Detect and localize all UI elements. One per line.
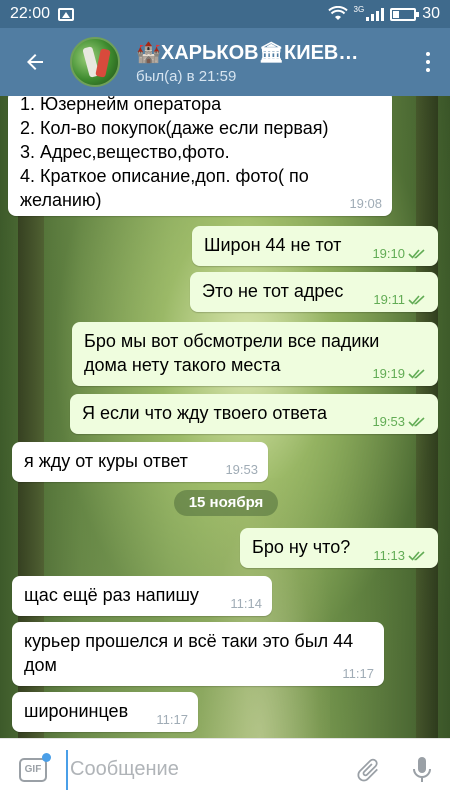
gif-badge-dot bbox=[42, 752, 51, 762]
image-notification-icon bbox=[58, 7, 75, 21]
double-check-icon bbox=[408, 369, 425, 379]
chat-status: был(а) в 21:59 bbox=[136, 67, 237, 85]
message-time: 19:53 bbox=[225, 462, 258, 477]
message-bubble-outgoing[interactable]: Широн 44 не тот 19:10 bbox=[192, 226, 438, 266]
message-text: курьер прошелся и всё таки это был 44 до… bbox=[24, 631, 354, 675]
avatar[interactable] bbox=[70, 37, 120, 87]
double-check-icon bbox=[408, 551, 425, 561]
double-check-icon bbox=[408, 417, 425, 427]
message-text: щас ещё раз напишу bbox=[24, 585, 199, 605]
message-bubble-incoming[interactable]: широнинцев 11:17 bbox=[12, 692, 198, 732]
attach-button[interactable] bbox=[342, 739, 394, 800]
chat-title: 🏰ХАРЬКОВ🏛КИЕВ… bbox=[136, 41, 359, 64]
double-check-icon bbox=[408, 249, 425, 259]
battery-icon bbox=[390, 7, 420, 21]
message-bubble-outgoing[interactable]: Я если что жду твоего ответа 19:53 bbox=[70, 394, 438, 434]
message-time: 19:53 bbox=[372, 414, 405, 429]
microphone-button[interactable] bbox=[394, 739, 450, 800]
message-bubble-outgoing[interactable]: Бро ну что? 11:13 bbox=[240, 528, 438, 568]
message-bubble-incoming[interactable]: 1. Юзернейм оператора 2. Кол-во покупок(… bbox=[8, 96, 392, 216]
message-time: 11:14 bbox=[230, 596, 262, 611]
message-time: 11:17 bbox=[156, 712, 188, 727]
message-text: я жду от куры ответ bbox=[24, 451, 188, 471]
message-input[interactable] bbox=[66, 749, 342, 790]
message-time: 19:08 bbox=[349, 196, 382, 211]
message-bubble-outgoing[interactable]: Бро мы вот обсмотрели все падики дома не… bbox=[72, 322, 438, 386]
double-check-icon bbox=[408, 295, 425, 305]
status-time: 22:00 bbox=[10, 5, 51, 22]
chat-area[interactable]: 1. Юзернейм оператора 2. Кол-во покупок(… bbox=[0, 96, 450, 738]
message-bubble-outgoing[interactable]: Это не тот адрес 19:11 bbox=[190, 272, 438, 312]
status-bar: 22:00 3G 30 bbox=[0, 0, 450, 28]
chat-info[interactable]: 🏰ХАРЬКОВ🏛КИЕВ… был(а) в 21:59 bbox=[136, 40, 410, 85]
message-text: Бро мы вот обсмотрели все падики дома не… bbox=[84, 331, 380, 375]
menu-dots-icon[interactable] bbox=[410, 28, 446, 96]
back-button[interactable] bbox=[0, 28, 70, 96]
message-bubble-incoming[interactable]: щас ещё раз напишу 11:14 bbox=[12, 576, 272, 616]
battery-percent: 30 bbox=[422, 5, 440, 22]
chat-header: 🏰ХАРЬКОВ🏛КИЕВ… был(а) в 21:59 bbox=[0, 28, 450, 96]
signal-icon bbox=[366, 7, 385, 21]
message-text: 1. Юзернейм оператора 2. Кол-во покупок(… bbox=[20, 96, 329, 210]
gif-button[interactable]: GIF bbox=[0, 739, 66, 800]
back-arrow-icon bbox=[27, 54, 43, 70]
message-time: 19:19 bbox=[372, 366, 405, 381]
network-type: 3G bbox=[353, 4, 365, 14]
composer-bar: GIF bbox=[0, 738, 450, 800]
paperclip-icon bbox=[357, 758, 378, 781]
message-bubble-incoming[interactable]: я жду от куры ответ 19:53 bbox=[12, 442, 268, 482]
message-time: 19:10 bbox=[372, 246, 405, 261]
message-time: 19:11 bbox=[373, 292, 405, 307]
message-time: 11:13 bbox=[373, 548, 405, 563]
message-bubble-incoming[interactable]: курьер прошелся и всё таки это был 44 до… bbox=[12, 622, 384, 686]
wifi-icon bbox=[327, 6, 348, 20]
message-time: 11:17 bbox=[342, 666, 374, 681]
microphone-icon bbox=[413, 756, 431, 782]
date-separator: 15 ноября bbox=[174, 490, 278, 516]
